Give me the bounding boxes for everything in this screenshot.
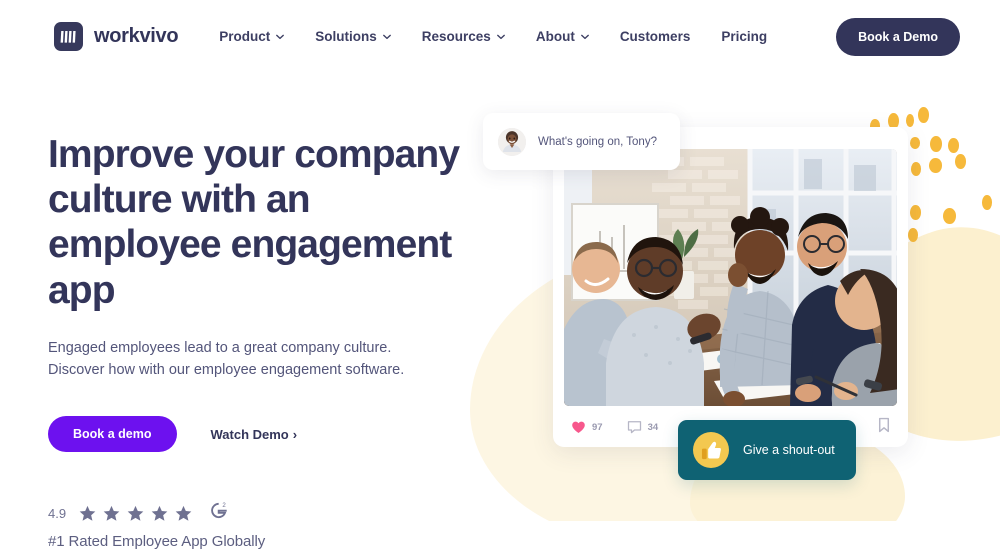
brand-logo[interactable]: workvivo [54, 22, 179, 51]
comment-action[interactable]: 34 [627, 420, 659, 434]
rating-row: 4.9 2 [48, 500, 468, 526]
star-icon [103, 505, 120, 521]
bookmark-action[interactable] [878, 417, 890, 438]
hero-cta-row: Book a demo Watch Demo › [48, 416, 468, 452]
watch-demo-label: Watch Demo [210, 426, 289, 442]
watch-demo-link[interactable]: Watch Demo › [211, 427, 298, 442]
product-showcase: What's going on, Tony? 97 34 Give a shou… [483, 100, 983, 510]
page-title: Improve your company culture with an emp… [48, 133, 460, 312]
star-icon [175, 505, 192, 521]
user-avatar [498, 127, 526, 156]
star-icon [79, 505, 96, 521]
hero-subtitle: Engaged employees lead to a great compan… [48, 339, 405, 378]
g2-logo-icon: 2 [208, 500, 229, 526]
nav-item-customers[interactable]: Customers [620, 29, 691, 44]
nav-label: Customers [619, 29, 691, 44]
chevron-down-icon [276, 34, 285, 39]
chevron-down-icon [496, 34, 505, 39]
site-header: workvivo Product Solutions Resources Abo… [0, 0, 1000, 73]
heart-icon [572, 421, 585, 433]
like-action[interactable]: 97 [571, 420, 603, 434]
nav-item-product[interactable]: Product [219, 29, 285, 44]
chevron-right-icon: › [292, 426, 298, 442]
nav-label: Solutions [315, 29, 377, 44]
shoutout-label: Give a shout-out [743, 443, 835, 457]
star-icon [127, 505, 144, 521]
main-navigation: Product Solutions Resources About Custom… [219, 17, 960, 56]
nav-item-about[interactable]: About [536, 29, 589, 44]
decor-dot [982, 195, 992, 210]
star-icon [151, 505, 168, 521]
svg-text:2: 2 [222, 502, 226, 509]
rating-score: 4.9 [48, 505, 67, 521]
bookmark-icon [878, 417, 890, 432]
brand-name: workvivo [94, 25, 179, 47]
comment-count: 34 [647, 421, 659, 433]
star-rating [79, 505, 192, 522]
shoutout-card[interactable]: Give a shout-out [678, 420, 856, 480]
like-count: 97 [592, 421, 603, 433]
nav-label: About [535, 29, 575, 44]
rating-block: 4.9 2 #1 Rated Employee App Globally [48, 500, 468, 550]
chevron-down-icon [580, 34, 589, 39]
book-a-demo-button[interactable]: Book a demo [48, 416, 177, 452]
nav-item-resources[interactable]: Resources [422, 29, 505, 44]
nav-label: Pricing [721, 29, 768, 44]
rating-caption: #1 Rated Employee App Globally [48, 533, 266, 550]
status-prompt-text: What's going on, Tony? [538, 135, 657, 148]
workvivo-w-mark-icon [54, 22, 83, 51]
post-card: 97 34 [553, 127, 908, 447]
hero-content: Improve your company culture with an emp… [48, 132, 468, 550]
thumbs-up-icon [693, 432, 729, 468]
comment-icon [627, 421, 641, 434]
book-a-demo-header-button[interactable]: Book a Demo [836, 17, 960, 56]
post-photo [564, 149, 897, 406]
nav-item-solutions[interactable]: Solutions [315, 29, 391, 44]
chevron-down-icon [382, 34, 391, 39]
status-prompt-card[interactable]: What's going on, Tony? [483, 113, 680, 170]
nav-label: Resources [421, 29, 491, 44]
nav-item-pricing[interactable]: Pricing [721, 29, 767, 44]
nav-label: Product [219, 29, 271, 44]
